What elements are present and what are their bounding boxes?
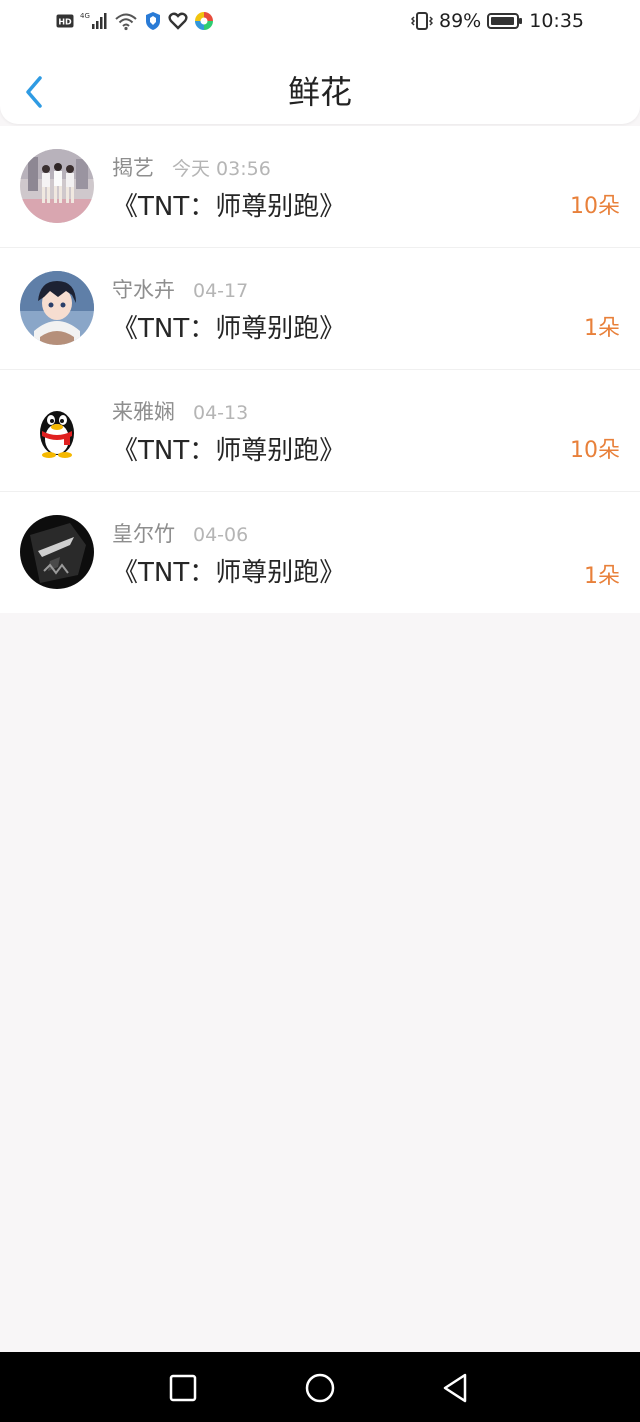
record-time: 今天 03:56 xyxy=(172,158,271,180)
vibrate-icon xyxy=(411,12,433,30)
top-bar: HD 4G 89% 10:35 鲜花 xyxy=(0,0,640,124)
colorful-app-icon xyxy=(195,12,213,30)
shield-app-icon xyxy=(146,12,160,30)
battery-percent: 89% xyxy=(439,10,482,32)
dark-avatar-icon xyxy=(20,515,94,589)
flower-count: 10朵 xyxy=(570,438,620,463)
flower-count: 10朵 xyxy=(570,194,620,219)
triangle-back-icon xyxy=(443,1373,467,1403)
navigation-bar: 鲜花 xyxy=(0,58,640,124)
book-title: 《TNT：师尊别跑》 xyxy=(112,558,346,588)
book-title: 《TNT：师尊别跑》 xyxy=(112,314,346,344)
status-icons-right: 89% 10:35 xyxy=(411,8,584,34)
record-time: 04-17 xyxy=(193,280,249,302)
wifi-icon xyxy=(115,13,137,31)
cellular-signal-icon: 4G xyxy=(80,12,107,29)
record-time: 04-13 xyxy=(193,402,249,424)
recent-apps-button[interactable] xyxy=(161,1366,205,1410)
avatar[interactable] xyxy=(20,393,94,467)
avatar[interactable] xyxy=(20,515,94,589)
hd-icon: HD xyxy=(56,14,74,28)
svg-text:4G: 4G xyxy=(80,12,90,20)
photo-avatar-icon xyxy=(20,149,94,223)
user-name: 揭艺 xyxy=(112,156,154,180)
list-item[interactable]: 守水卉 04-17 《TNT：师尊别跑》 1朵 xyxy=(0,247,640,369)
battery-icon xyxy=(487,13,523,29)
user-name: 来雅娴 xyxy=(112,400,175,424)
status-bar: HD 4G 89% 10:35 xyxy=(0,0,640,42)
avatar[interactable] xyxy=(20,271,94,345)
flower-record-list: 揭艺 今天 03:56 《TNT：师尊别跑》 10朵 守水卉 04-17 《TN… xyxy=(0,126,640,613)
record-meta: 来雅娴 04-13 xyxy=(112,396,248,424)
book-title: 《TNT：师尊别跑》 xyxy=(112,192,346,222)
record-meta: 揭艺 今天 03:56 xyxy=(112,152,271,180)
clock: 10:35 xyxy=(529,10,584,32)
avatar[interactable] xyxy=(20,149,94,223)
system-navigation-bar xyxy=(0,1352,640,1422)
user-name: 皇尔竹 xyxy=(112,522,175,546)
heart-app-icon xyxy=(168,12,188,30)
square-icon xyxy=(169,1374,197,1402)
record-meta: 皇尔竹 04-06 xyxy=(112,518,248,546)
record-meta: 守水卉 04-17 xyxy=(112,274,248,302)
flower-count: 1朵 xyxy=(584,564,620,589)
list-item[interactable]: 揭艺 今天 03:56 《TNT：师尊别跑》 10朵 xyxy=(0,126,640,247)
qq-penguin-icon xyxy=(20,393,94,467)
anime-avatar-icon xyxy=(20,271,94,345)
svg-text:HD: HD xyxy=(58,18,72,27)
page-title: 鲜花 xyxy=(287,73,352,111)
user-name: 守水卉 xyxy=(112,278,175,302)
book-title: 《TNT：师尊别跑》 xyxy=(112,436,346,466)
list-item[interactable]: 皇尔竹 04-06 《TNT：师尊别跑》 1朵 xyxy=(0,491,640,613)
back-system-button[interactable] xyxy=(433,1366,477,1410)
status-icons-left: HD 4G xyxy=(56,8,214,34)
flower-count: 1朵 xyxy=(584,316,620,341)
circle-icon xyxy=(305,1373,335,1403)
record-time: 04-06 xyxy=(193,524,249,546)
list-item[interactable]: 来雅娴 04-13 《TNT：师尊别跑》 10朵 xyxy=(0,369,640,491)
home-button[interactable] xyxy=(298,1366,342,1410)
